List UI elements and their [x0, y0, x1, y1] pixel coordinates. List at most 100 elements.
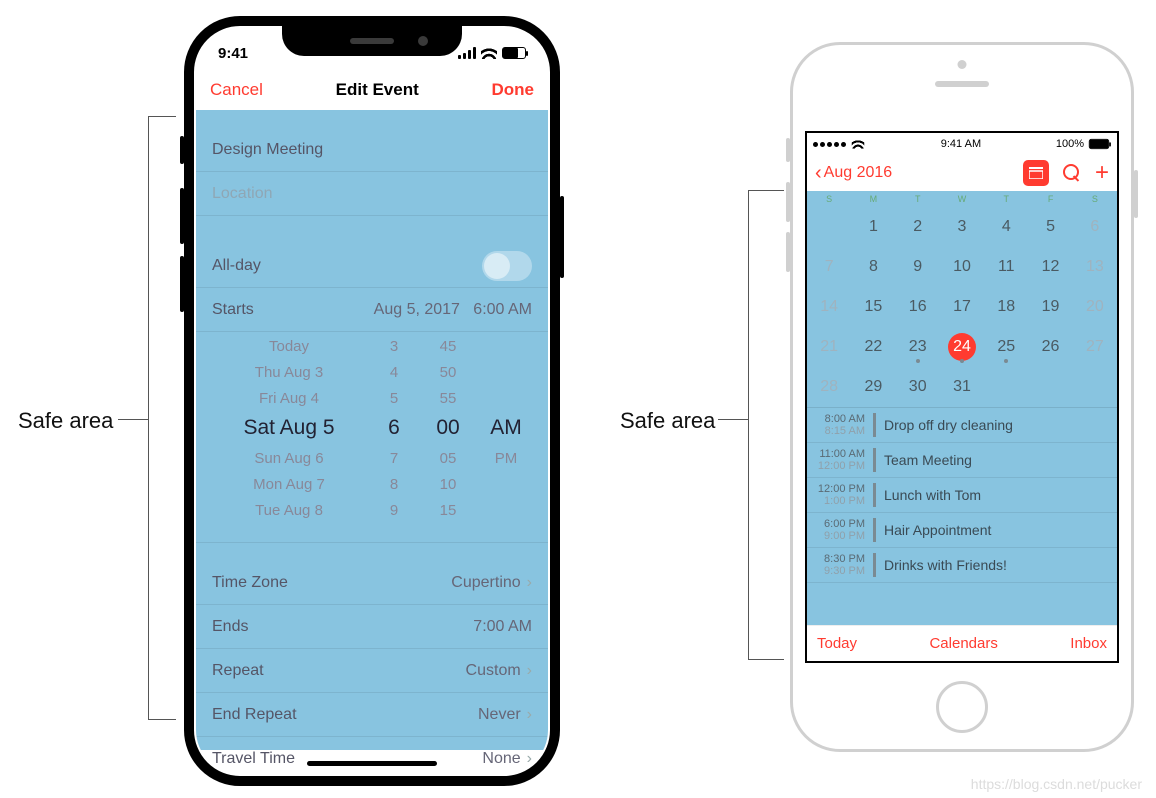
calendar-day[interactable]: 13 — [1073, 247, 1117, 287]
calendar-day[interactable]: 3 — [940, 207, 984, 247]
event-row[interactable]: 8:30 PM9:30 PMDrinks with Friends! — [807, 548, 1117, 583]
calendar-day[interactable]: 30 — [896, 367, 940, 407]
picker-cell: 10 — [424, 476, 472, 502]
status-time: 9:41 — [218, 45, 248, 62]
status-time: 9:41 AM — [941, 138, 981, 150]
picker-cell: 5 — [374, 390, 414, 416]
home-indicator — [307, 761, 437, 766]
calendar-day[interactable]: 10 — [940, 247, 984, 287]
add-event-button[interactable]: + — [1095, 161, 1109, 185]
calendar-day[interactable]: 16 — [896, 287, 940, 327]
calendar-grid[interactable]: 1234567891011121314151617181920212223242… — [807, 207, 1117, 407]
calendar-day[interactable]: 8 — [851, 247, 895, 287]
calendar-day — [1073, 367, 1117, 407]
end-repeat-row[interactable]: End Repeat Never› — [196, 693, 548, 737]
search-icon[interactable] — [1063, 164, 1081, 182]
event-times: 8:00 AM8:15 AM — [807, 413, 873, 437]
calendar-day[interactable]: 19 — [1028, 287, 1072, 327]
bracket-stem-right — [718, 419, 748, 420]
inbox-button[interactable]: Inbox — [1070, 635, 1107, 652]
event-color-bar — [873, 448, 876, 472]
safe-area-highlight: Design Meeting Location All-day Starts A… — [196, 110, 548, 750]
event-title: Drinks with Friends! — [884, 557, 1007, 573]
view-mode-button[interactable] — [1023, 160, 1049, 186]
event-times: 12:00 PM1:00 PM — [807, 483, 873, 507]
calendar-day[interactable]: 25 — [984, 327, 1028, 367]
safe-area-bracket-left — [148, 116, 176, 720]
calendar-day[interactable]: 23 — [896, 327, 940, 367]
calendar-day[interactable]: 11 — [984, 247, 1028, 287]
home-button[interactable] — [936, 681, 988, 733]
ends-value: 7:00 AM — [473, 618, 532, 636]
travel-time-row[interactable]: Travel Time None› — [196, 737, 548, 774]
event-times: 11:00 AM12:00 PM — [807, 448, 873, 472]
cancel-button[interactable]: Cancel — [210, 80, 263, 100]
chevron-right-icon: › — [527, 662, 532, 679]
calendar-day[interactable]: 27 — [1073, 327, 1117, 367]
calendar-day[interactable]: 14 — [807, 287, 851, 327]
wifi-icon — [481, 47, 497, 59]
calendar-day[interactable]: 20 — [1073, 287, 1117, 327]
repeat-row[interactable]: Repeat Custom› — [196, 649, 548, 693]
calendar-day[interactable]: 2 — [896, 207, 940, 247]
event-row[interactable]: 11:00 AM12:00 PMTeam Meeting — [807, 443, 1117, 478]
calendar-day[interactable]: 31 — [940, 367, 984, 407]
calendar-day[interactable]: 24 — [940, 327, 984, 367]
chevron-left-icon: ‹ — [815, 163, 822, 183]
iphone-x-device: 9:41 Cancel Edit Event Done Design Meeti… — [184, 16, 560, 786]
event-row[interactable]: 12:00 PM1:00 PM Lunch with Tom — [807, 478, 1117, 513]
navigation-bar: Cancel Edit Event Done — [196, 70, 548, 110]
today-button[interactable]: Today — [817, 635, 857, 652]
event-title-value: Design Meeting — [212, 141, 323, 159]
calendar-day[interactable]: 7 — [807, 247, 851, 287]
picker-cell — [482, 364, 530, 390]
ends-row[interactable]: Ends 7:00 AM — [196, 605, 548, 649]
picker-cell: Fri Aug 4 — [214, 390, 364, 416]
calendars-button[interactable]: Calendars — [929, 635, 997, 652]
calendar-day[interactable]: 28 — [807, 367, 851, 407]
calendar-day[interactable]: 29 — [851, 367, 895, 407]
calendar-day[interactable]: 18 — [984, 287, 1028, 327]
timezone-row[interactable]: Time Zone Cupertino› — [196, 561, 548, 605]
picker-cell: 05 — [424, 450, 472, 476]
ends-label: Ends — [212, 618, 248, 636]
calendar-day[interactable]: 22 — [851, 327, 895, 367]
allday-row[interactable]: All-day — [196, 244, 548, 288]
chevron-right-icon: › — [527, 750, 532, 767]
picker-cell: 9 — [374, 502, 414, 528]
status-bar: 9:41 AM 100% — [807, 133, 1117, 155]
calendar-day[interactable]: 12 — [1028, 247, 1072, 287]
starts-time: 6:00 AM — [473, 301, 532, 318]
picker-cell: Tue Aug 8 — [214, 502, 364, 528]
calendar-day[interactable]: 21 — [807, 327, 851, 367]
calendar-day-headers: SMTWTFS — [807, 191, 1117, 207]
safe-area-label-left: Safe area — [18, 408, 113, 434]
calendar-day[interactable]: 9 — [896, 247, 940, 287]
starts-row[interactable]: Starts Aug 5, 2017 6:00 AM — [196, 288, 548, 332]
done-button[interactable]: Done — [491, 80, 534, 100]
calendar-day[interactable]: 5 — [1028, 207, 1072, 247]
location-row[interactable]: Location — [196, 172, 548, 216]
calendar-day — [807, 207, 851, 247]
end-repeat-value: Never — [478, 706, 521, 723]
battery-icon — [502, 47, 526, 59]
picker-cell: Sun Aug 6 — [214, 450, 364, 476]
calendar-day[interactable]: 1 — [851, 207, 895, 247]
allday-toggle[interactable] — [482, 251, 532, 281]
event-title-row[interactable]: Design Meeting — [196, 128, 548, 172]
back-button[interactable]: ‹ Aug 2016 — [815, 163, 892, 183]
picker-cell: 8 — [374, 476, 414, 502]
event-color-bar — [873, 553, 876, 577]
picker-cell — [482, 476, 530, 502]
calendar-day[interactable]: 4 — [984, 207, 1028, 247]
safe-area-bracket-right — [748, 190, 784, 660]
picker-cell: Thu Aug 3 — [214, 364, 364, 390]
calendar-day[interactable]: 17 — [940, 287, 984, 327]
event-title: Lunch with Tom — [884, 487, 981, 503]
datetime-picker[interactable]: Today345Thu Aug 3450Fri Aug 4555Sat Aug … — [196, 332, 548, 543]
event-row[interactable]: 6:00 PM9:00 PMHair Appointment — [807, 513, 1117, 548]
calendar-day[interactable]: 6 — [1073, 207, 1117, 247]
event-row[interactable]: 8:00 AM8:15 AMDrop off dry cleaning — [807, 408, 1117, 443]
calendar-day[interactable]: 15 — [851, 287, 895, 327]
calendar-day[interactable]: 26 — [1028, 327, 1072, 367]
